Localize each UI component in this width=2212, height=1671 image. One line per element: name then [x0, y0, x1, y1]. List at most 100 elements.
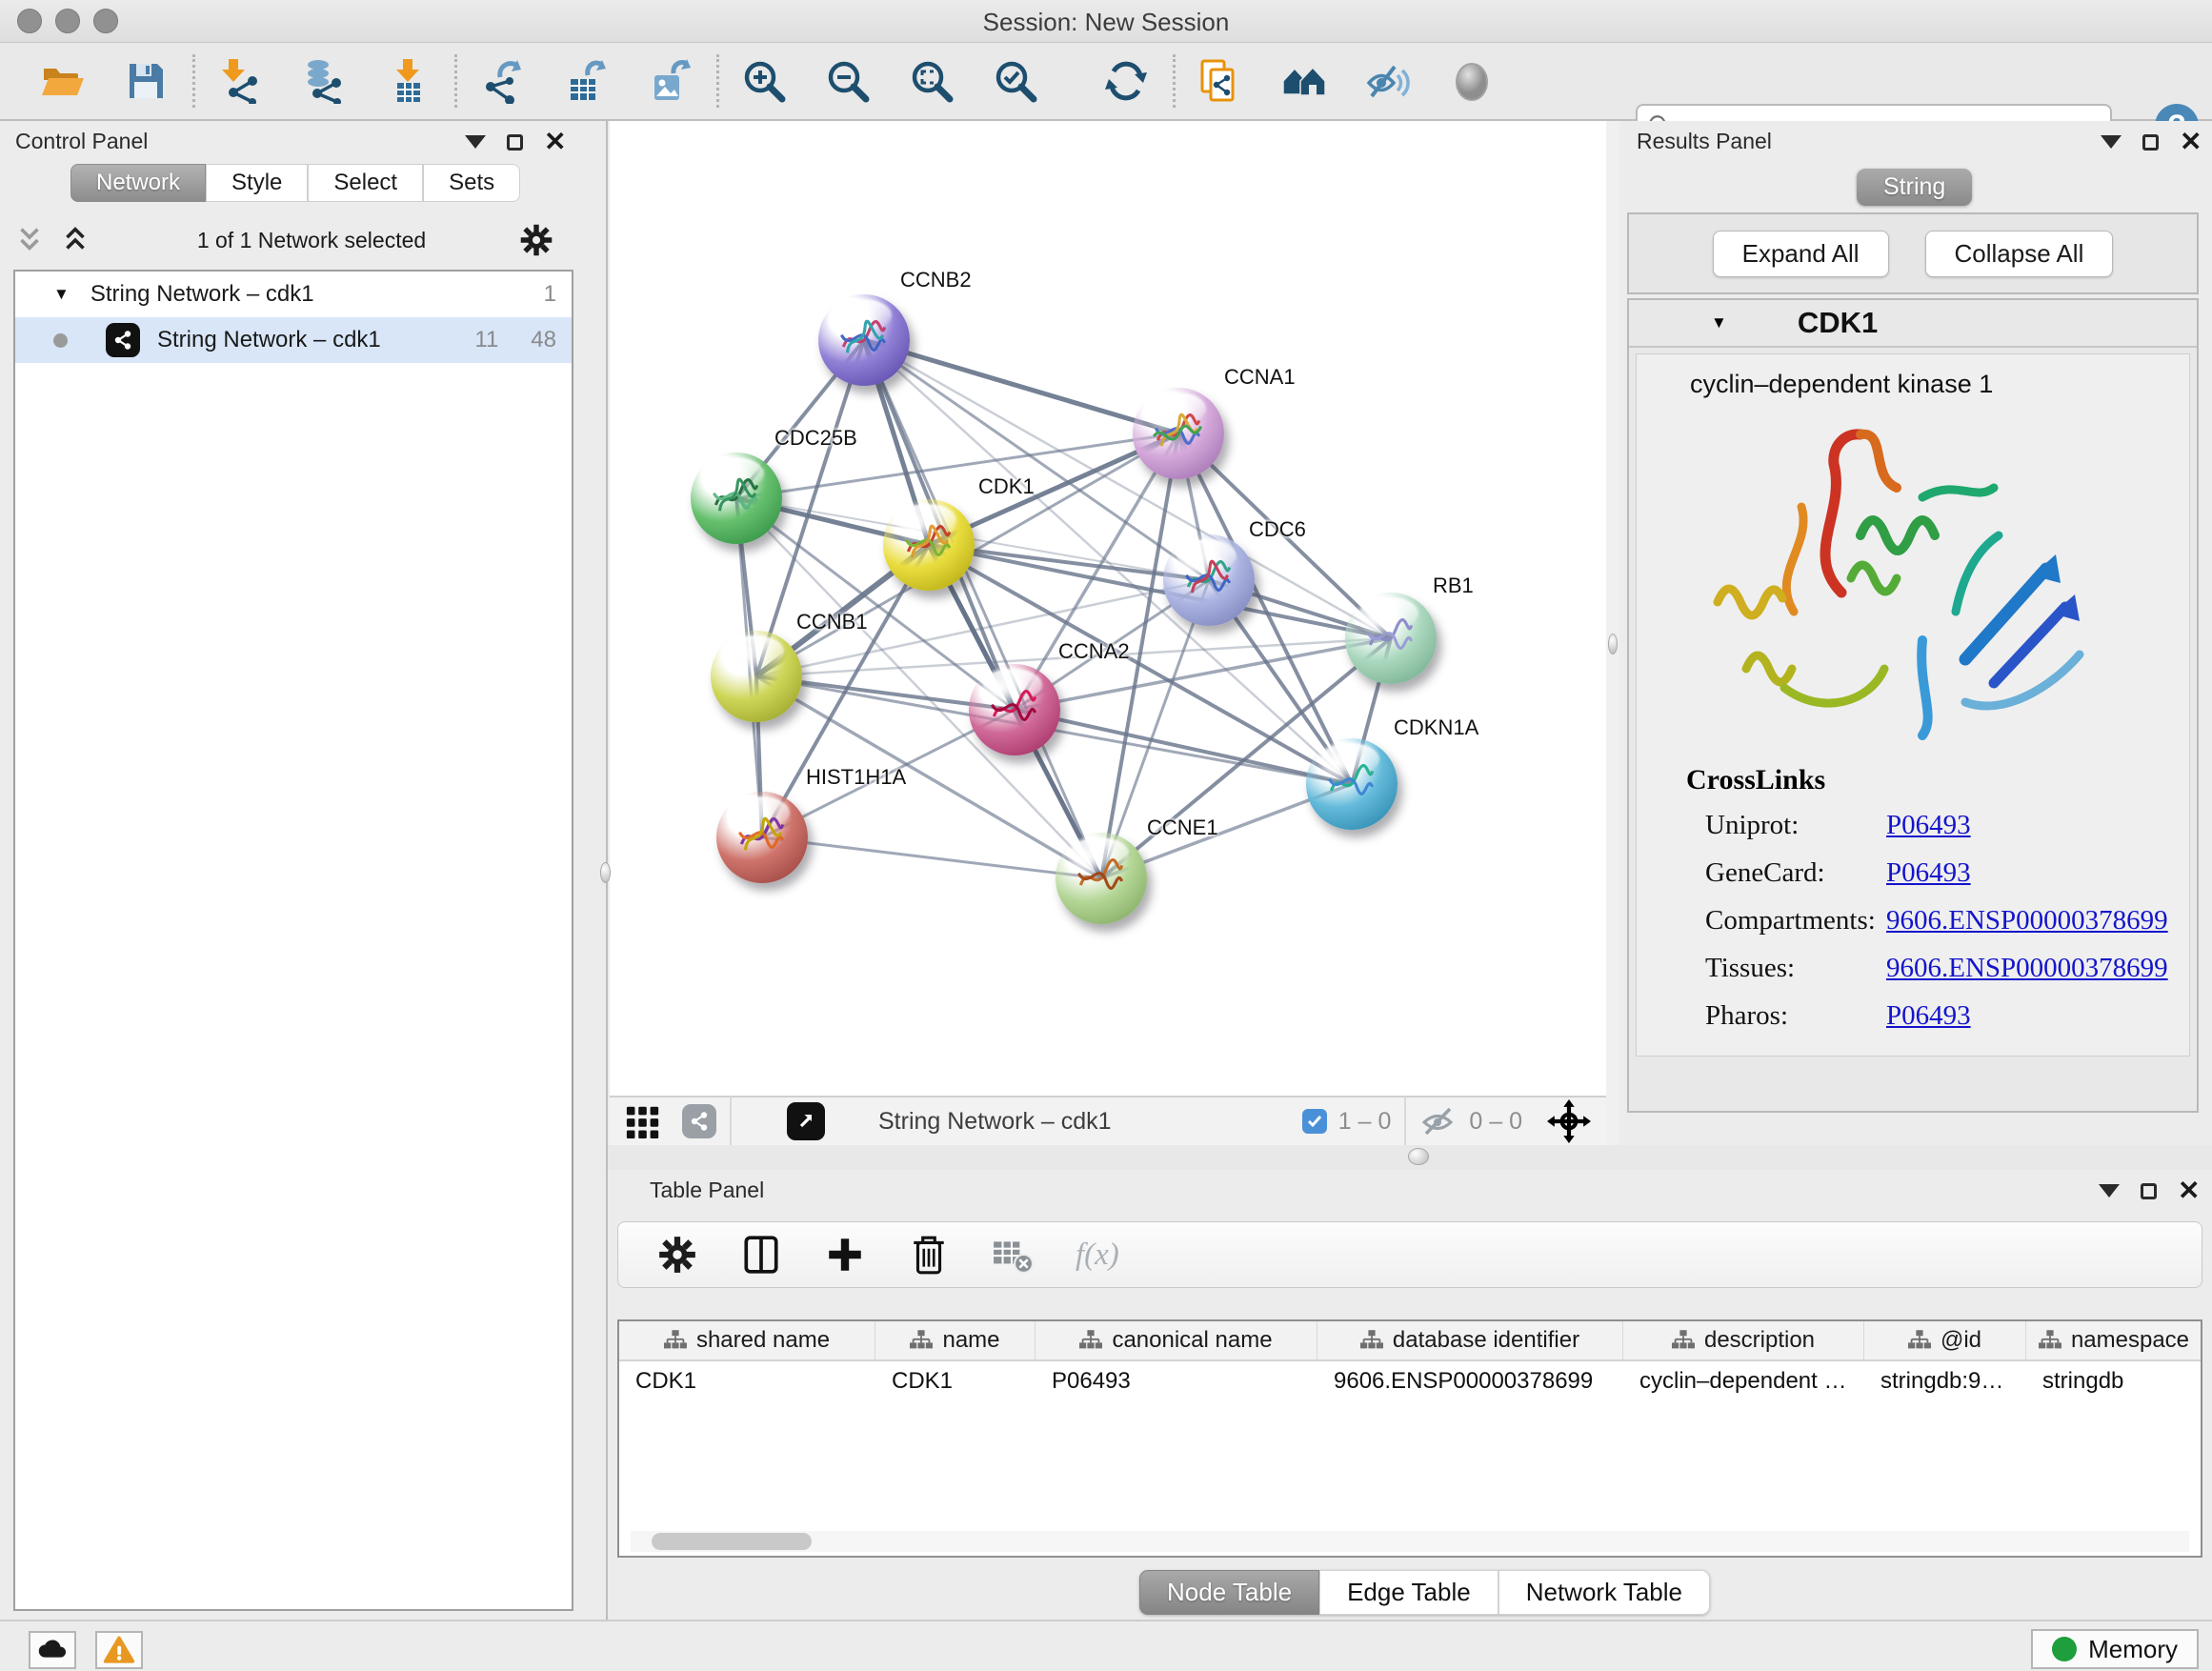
- network-collection-row[interactable]: ▼ String Network – cdk1 1: [15, 272, 572, 317]
- panel-divider-handle[interactable]: [1408, 1148, 1429, 1165]
- gene-section-header[interactable]: ▼ CDK1: [1629, 300, 2197, 348]
- tab-network-table[interactable]: Network Table: [1498, 1570, 1710, 1615]
- node-label-CDC25B: CDC25B: [774, 426, 857, 451]
- column-header-shared-name[interactable]: shared name: [619, 1321, 875, 1359]
- zoom-in-button[interactable]: [740, 56, 788, 106]
- network-node-HIST1H1A[interactable]: [716, 792, 808, 883]
- panel-close-icon[interactable]: ✕: [2180, 132, 2202, 151]
- panel-close-icon[interactable]: ✕: [2178, 1181, 2200, 1200]
- column-header-database-identifier[interactable]: database identifier: [1317, 1321, 1623, 1359]
- panel-divider-handle[interactable]: [1608, 634, 1618, 654]
- network-options-gear-icon[interactable]: [518, 222, 554, 258]
- crosslink-compartments-link[interactable]: 9606.ENSP00000378699: [1886, 905, 2168, 936]
- protein-structure-thumb: [896, 518, 959, 581]
- crosslink-pharos-link[interactable]: P06493: [1886, 1000, 1971, 1032]
- results-panel: Results Panel ✕ String Expand All Collap…: [1619, 121, 2212, 1145]
- panel-float-icon[interactable]: [2142, 134, 2159, 151]
- network-node-CCNA2[interactable]: [969, 664, 1060, 755]
- save-session-button[interactable]: [122, 56, 170, 106]
- tab-select[interactable]: Select: [308, 164, 423, 202]
- disclosure-triangle-icon[interactable]: ▼: [1711, 313, 1727, 332]
- crosslink-tissues-link[interactable]: 9606.ENSP00000378699: [1886, 953, 2168, 984]
- panel-close-icon[interactable]: ✕: [544, 132, 566, 151]
- network-node-CCNA1[interactable]: [1133, 388, 1224, 479]
- main-toolbar: ?: [0, 43, 2212, 121]
- panel-menu-icon[interactable]: [2101, 135, 2122, 149]
- panel-menu-icon[interactable]: [2099, 1184, 2120, 1198]
- tab-node-table[interactable]: Node Table: [1139, 1570, 1319, 1615]
- import-table-file-button[interactable]: [384, 56, 432, 106]
- expand-all-chevron-icon[interactable]: [59, 224, 91, 256]
- panel-float-icon[interactable]: [2141, 1183, 2157, 1199]
- zoom-out-button[interactable]: [824, 56, 872, 106]
- selected-nodes-checkbox[interactable]: [1302, 1109, 1327, 1134]
- tab-style[interactable]: Style: [206, 164, 308, 202]
- collapse-all-button[interactable]: Collapse All: [1925, 231, 2114, 277]
- panel-menu-icon[interactable]: [465, 135, 486, 149]
- delete-table-icon[interactable]: [992, 1234, 1034, 1276]
- table-type-tabs: Node TableEdge TableNetwork Table: [1139, 1570, 1710, 1615]
- table-horizontal-scrollbar[interactable]: [631, 1531, 2189, 1552]
- disclosure-triangle-icon[interactable]: ▼: [53, 285, 70, 304]
- expand-all-button[interactable]: Expand All: [1713, 231, 1889, 277]
- horizontal-panel-divider[interactable]: [608, 1145, 2212, 1170]
- birdseye-grid-icon[interactable]: [625, 1103, 661, 1139]
- tab-network[interactable]: Network: [70, 164, 206, 202]
- tab-sets[interactable]: Sets: [423, 164, 520, 202]
- table-row[interactable]: CDK1CDK1P064939606.ENSP00000378699cyclin…: [619, 1361, 2201, 1401]
- add-column-icon[interactable]: [824, 1234, 866, 1276]
- column-header-name[interactable]: name: [875, 1321, 1036, 1359]
- column-header-canonical-name[interactable]: canonical name: [1036, 1321, 1317, 1359]
- tab-edge-table[interactable]: Edge Table: [1319, 1570, 1498, 1615]
- table-options-gear-icon[interactable]: [656, 1234, 698, 1276]
- network-node-CCNB1[interactable]: [711, 631, 802, 722]
- import-network-database-button[interactable]: [300, 56, 348, 106]
- column-type-icon: [1079, 1329, 1102, 1352]
- column-header-description[interactable]: description: [1623, 1321, 1864, 1359]
- crosslink-uniprot-link[interactable]: P06493: [1886, 810, 1971, 841]
- network-node-CDKN1A[interactable]: [1306, 738, 1398, 830]
- collapse-all-chevron-icon[interactable]: [13, 224, 46, 256]
- column-header-namespace[interactable]: namespace: [2026, 1321, 2202, 1359]
- network-node-CDC6[interactable]: [1163, 534, 1255, 626]
- memory-button[interactable]: Memory: [2031, 1629, 2199, 1669]
- export-image-button[interactable]: [646, 56, 694, 106]
- scrollbar-thumb[interactable]: [652, 1533, 812, 1550]
- network-node-RB1[interactable]: [1345, 593, 1437, 684]
- vertical-panel-divider[interactable]: [1606, 121, 1619, 1145]
- network-node-CDK1[interactable]: [883, 499, 975, 591]
- network-node-CCNB2[interactable]: [818, 294, 910, 386]
- hidden-eye-slash-icon[interactable]: [1419, 1102, 1458, 1140]
- panel-float-icon[interactable]: [507, 134, 523, 151]
- open-session-button[interactable]: [38, 56, 86, 106]
- clone-network-button[interactable]: [1196, 56, 1244, 106]
- panel-divider-handle[interactable]: [600, 862, 611, 883]
- zoom-selected-button[interactable]: [992, 56, 1039, 106]
- toolbar-separator: [716, 54, 719, 108]
- network-tree: ▼ String Network – cdk1 1 String Network…: [13, 270, 573, 1611]
- network-share-icon[interactable]: [682, 1104, 716, 1138]
- network-node-CCNE1[interactable]: [1056, 833, 1147, 924]
- tab-string[interactable]: String: [1857, 169, 1972, 206]
- fit-content-crosshair-icon[interactable]: [1547, 1099, 1591, 1143]
- export-network-button[interactable]: [478, 56, 526, 106]
- open-in-window-icon[interactable]: [787, 1102, 825, 1140]
- show-graphics-details-button[interactable]: [1364, 56, 1412, 106]
- crosslink-genecard-link[interactable]: P06493: [1886, 857, 1971, 889]
- refresh-layout-button[interactable]: [1102, 56, 1150, 106]
- node-label-CDC6: CDC6: [1249, 517, 1306, 542]
- houses-button[interactable]: [1280, 56, 1328, 106]
- column-header--id[interactable]: @id: [1864, 1321, 2026, 1359]
- zoom-fit-button[interactable]: [908, 56, 955, 106]
- sphere-button[interactable]: [1448, 56, 1496, 106]
- export-table-button[interactable]: [562, 56, 610, 106]
- network-node-CDC25B[interactable]: [691, 453, 782, 544]
- cloud-button[interactable]: [29, 1631, 76, 1669]
- network-row[interactable]: String Network – cdk1 11 48: [15, 317, 572, 363]
- import-network-file-button[interactable]: [216, 56, 264, 106]
- select-columns-icon[interactable]: [740, 1234, 782, 1276]
- function-builder-icon[interactable]: f(x): [1076, 1238, 1119, 1273]
- network-canvas[interactable]: CCNB2CCNA1CDC25BCDK1CDC6RB1CCNB1CCNA2CDK…: [610, 121, 1606, 1096]
- delete-column-icon[interactable]: [908, 1234, 950, 1276]
- warning-button[interactable]: [95, 1631, 143, 1669]
